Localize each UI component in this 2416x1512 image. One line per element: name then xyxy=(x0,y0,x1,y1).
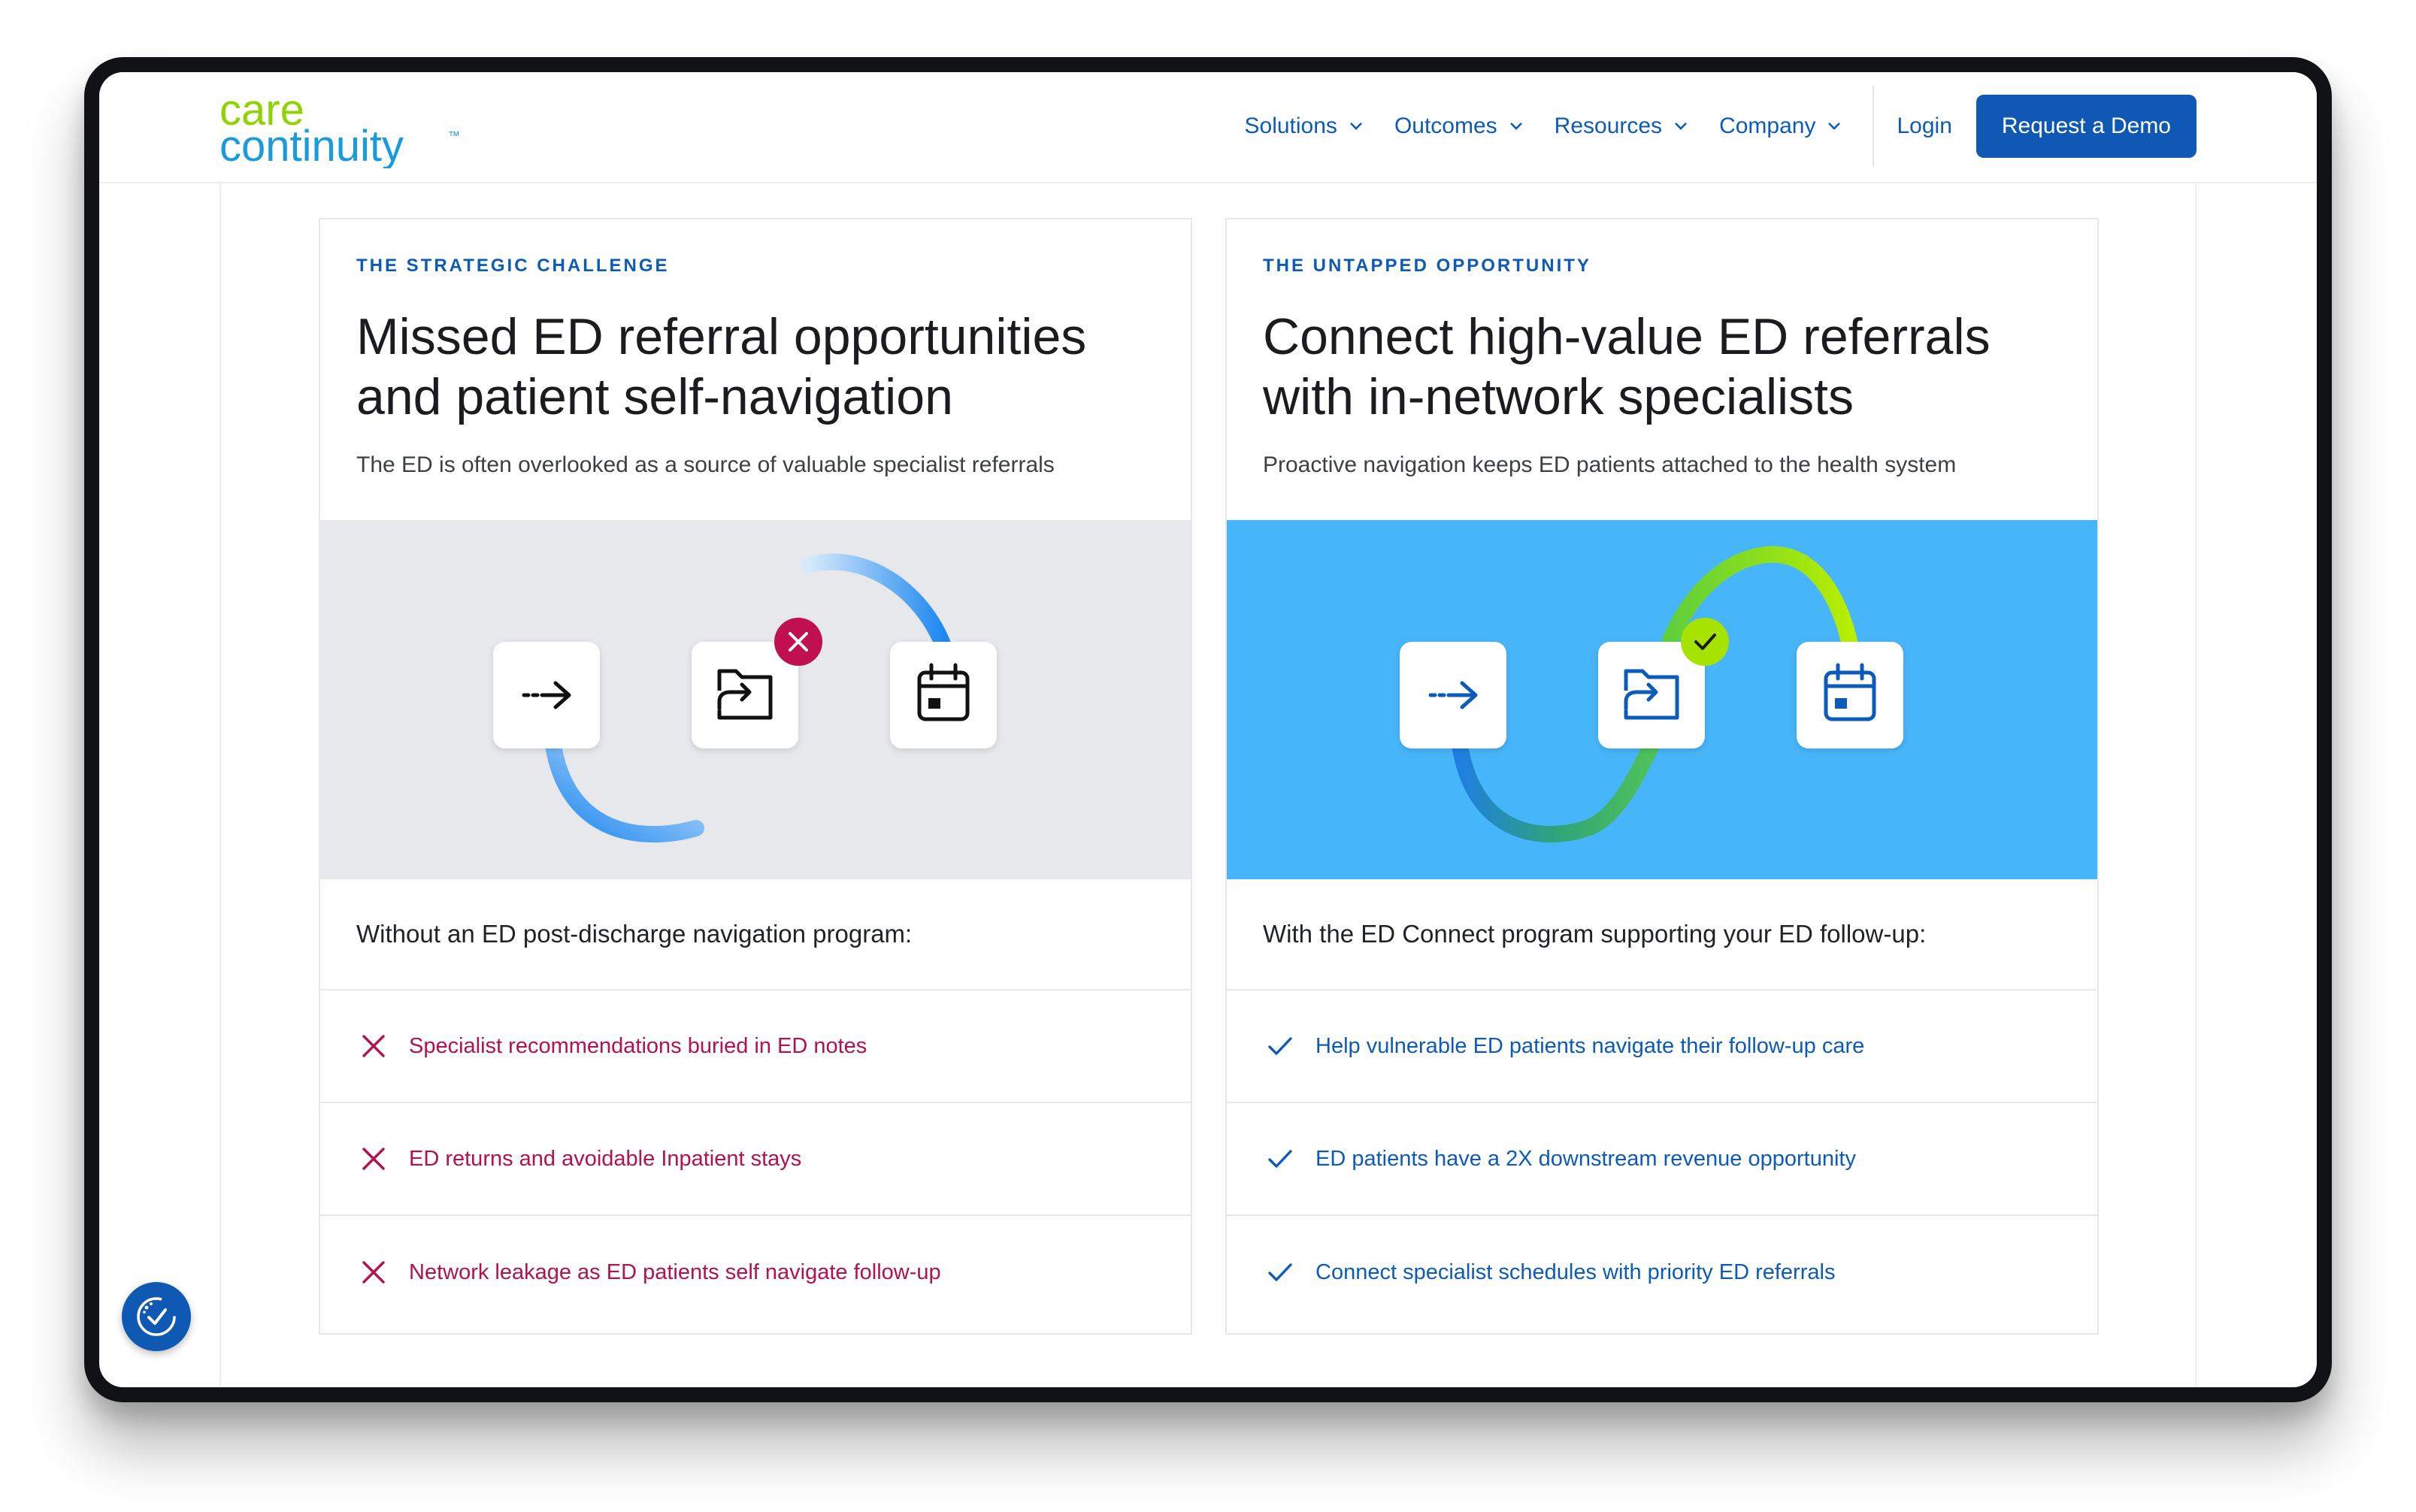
opportunity-eyebrow: THE UNTAPPED OPPORTUNITY xyxy=(1263,256,1591,276)
challenge-item-text: Specialist recommendations buried in ED … xyxy=(409,1033,867,1058)
chevron-down-icon xyxy=(1350,122,1362,130)
nav-outcomes-label: Outcomes xyxy=(1394,113,1497,138)
challenge-card: THE STRATEGIC CHALLENGE Missed ED referr… xyxy=(319,218,1192,1335)
check-circle-icon xyxy=(1681,618,1729,666)
check-icon xyxy=(1268,1263,1292,1281)
opportunity-card: THE UNTAPPED OPPORTUNITY Connect high-va… xyxy=(1225,218,2099,1335)
opportunity-illustration xyxy=(1227,520,2097,879)
challenge-subtitle: The ED is often overlooked as a source o… xyxy=(356,452,1055,477)
check-icon xyxy=(1268,1150,1292,1168)
challenge-list-item: Specialist recommendations buried in ED … xyxy=(320,990,1191,1103)
opportunity-subtitle: Proactive navigation keeps ED patients a… xyxy=(1263,452,1957,477)
challenge-illustration xyxy=(320,520,1191,879)
challenge-item-text: ED returns and avoidable Inpatient stays xyxy=(409,1146,802,1171)
opportunity-list-item: Help vulnerable ED patients navigate the… xyxy=(1227,990,2097,1103)
opportunity-lead: With the ED Connect program supporting y… xyxy=(1227,879,2097,990)
accessibility-icon xyxy=(137,1297,176,1336)
opportunity-item-text: Connect specialist schedules with priori… xyxy=(1315,1259,1836,1284)
nav-resources-label: Resources xyxy=(1554,113,1663,138)
site-header: care continuity ™ Solutions Outcomes Res… xyxy=(99,72,2317,183)
challenge-title: Missed ED referral opportunities and pat… xyxy=(356,307,1155,427)
opportunity-list-item: Connect specialist schedules with priori… xyxy=(1227,1216,2097,1329)
chevron-down-icon xyxy=(1675,122,1687,130)
challenge-card-header: THE STRATEGIC CHALLENGE Missed ED referr… xyxy=(320,219,1191,520)
x-circle-icon xyxy=(774,618,822,666)
svg-text:continuity: continuity xyxy=(219,122,404,168)
challenge-eyebrow: THE STRATEGIC CHALLENGE xyxy=(356,256,670,276)
challenge-list-item: ED returns and avoidable Inpatient stays xyxy=(320,1103,1191,1216)
accessibility-button[interactable] xyxy=(122,1282,191,1351)
x-icon xyxy=(362,1035,385,1057)
challenge-item-text: Network leakage as ED patients self navi… xyxy=(409,1259,941,1284)
svg-text:™: ™ xyxy=(448,130,460,143)
check-icon xyxy=(1268,1037,1292,1055)
nav-company-label: Company xyxy=(1719,113,1816,138)
care-continuity-logo[interactable]: care continuity ™ xyxy=(219,86,475,168)
device-frame: care continuity ™ Solutions Outcomes Res… xyxy=(84,57,2332,1402)
opportunity-card-header: THE UNTAPPED OPPORTUNITY Connect high-va… xyxy=(1227,219,2097,520)
nav-company[interactable]: Company xyxy=(1719,113,1841,139)
login-link[interactable]: Login xyxy=(1897,113,1951,139)
opportunity-title-line1: Connect high-value ED referrals xyxy=(1263,308,1991,365)
nav-solutions[interactable]: Solutions xyxy=(1245,113,1363,139)
opportunity-list-item: ED patients have a 2X downstream revenue… xyxy=(1227,1103,2097,1216)
nav-outcomes[interactable]: Outcomes xyxy=(1394,113,1523,139)
challenge-title-line1: Missed ED referral opportunities xyxy=(356,308,1087,365)
browser-viewport: care continuity ™ Solutions Outcomes Res… xyxy=(99,72,2317,1387)
opportunity-item-text: Help vulnerable ED patients navigate the… xyxy=(1315,1033,1865,1058)
content-border-left xyxy=(219,183,221,1387)
x-icon xyxy=(362,1261,385,1284)
chevron-down-icon xyxy=(1828,122,1841,130)
challenge-illustration-graphic xyxy=(320,520,1191,879)
challenge-lead: Without an ED post-discharge navigation … xyxy=(320,879,1191,990)
content-border-right xyxy=(2195,183,2197,1387)
opportunity-title: Connect high-value ED referrals with in-… xyxy=(1263,307,2061,427)
challenge-list-item: Network leakage as ED patients self navi… xyxy=(320,1216,1191,1329)
opportunity-title-line2: with in-network specialists xyxy=(1263,368,1854,425)
nav-resources[interactable]: Resources xyxy=(1555,113,1688,139)
opportunity-item-text: ED patients have a 2X downstream revenue… xyxy=(1315,1146,1856,1171)
nav-solutions-label: Solutions xyxy=(1244,113,1337,138)
x-icon xyxy=(362,1148,385,1170)
request-demo-button[interactable]: Request a Demo xyxy=(1975,95,2197,158)
challenge-title-line2: and patient self-navigation xyxy=(356,368,953,425)
main-nav: Solutions Outcomes Resources Company Log… xyxy=(1245,86,2197,167)
nav-divider xyxy=(1873,86,1875,167)
opportunity-illustration-graphic xyxy=(1227,520,2097,879)
chevron-down-icon xyxy=(1509,122,1522,130)
